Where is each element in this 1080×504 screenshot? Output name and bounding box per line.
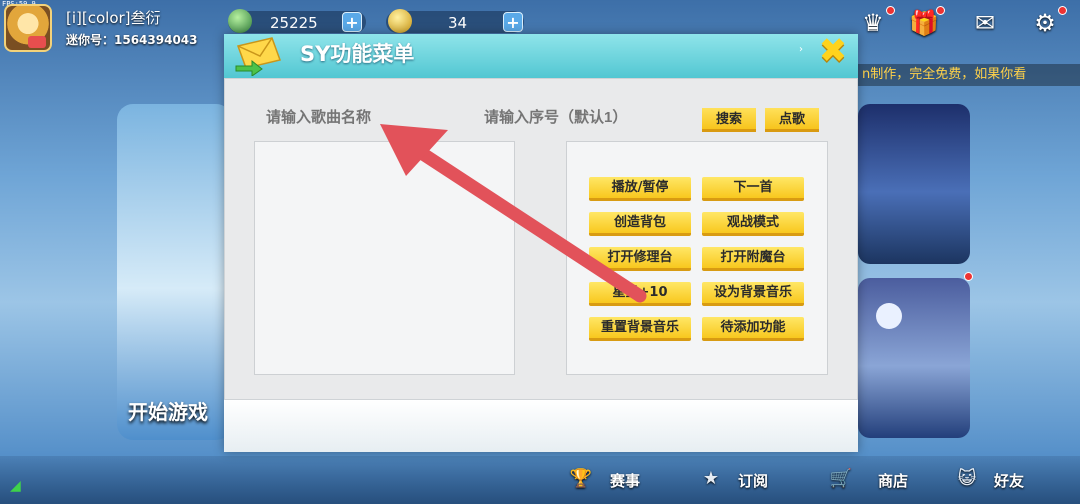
coin-currency: 34 + bbox=[386, 9, 524, 33]
gift-notification-dot bbox=[936, 6, 945, 15]
nav-events-label: 赛事 bbox=[610, 472, 641, 490]
header-chevron-icon: › bbox=[799, 44, 803, 55]
start-game-label: 开始游戏 bbox=[128, 400, 208, 424]
cart-icon: 🛒 bbox=[829, 468, 853, 489]
nav-subscribe[interactable]: ★ 订阅 bbox=[698, 466, 778, 494]
feature-card-notification-dot bbox=[964, 272, 973, 281]
function-panel: 播放/暂停 下一首 创造背包 观战模式 打开修理台 打开附魔台 星星+10 设为… bbox=[566, 141, 828, 375]
search-button[interactable]: 搜索 bbox=[702, 108, 756, 132]
set-background-music-button[interactable]: 设为背景音乐 bbox=[702, 282, 804, 306]
avatar-badge bbox=[28, 36, 46, 48]
nav-friends[interactable]: 😺 好友 bbox=[954, 466, 1044, 494]
feature-card-night-city[interactable] bbox=[858, 104, 970, 264]
envelope-icon bbox=[235, 37, 281, 76]
pending-function-button[interactable]: 待添加功能 bbox=[702, 317, 804, 341]
crown-notification-dot bbox=[886, 6, 895, 15]
player-name: [i][color]叁衍 bbox=[66, 9, 161, 27]
song-list-panel[interactable] bbox=[254, 141, 515, 375]
feature-card-moon-sea[interactable] bbox=[858, 278, 970, 438]
play-song-button[interactable]: 点歌 bbox=[765, 108, 819, 132]
play-pause-button[interactable]: 播放/暂停 bbox=[589, 177, 691, 201]
nav-events[interactable]: 🏆 赛事 bbox=[568, 466, 648, 494]
gem-currency: 25225 + bbox=[228, 9, 366, 33]
gem-amount: 25225 bbox=[270, 14, 318, 32]
dialog-title: SY功能菜单 bbox=[300, 42, 415, 66]
add-coins-button[interactable]: + bbox=[503, 12, 523, 32]
gear-icon[interactable]: ⚙ bbox=[1030, 9, 1060, 37]
next-track-button[interactable]: 下一首 bbox=[702, 177, 804, 201]
nav-friends-label: 好友 bbox=[994, 472, 1025, 490]
index-input[interactable] bbox=[484, 106, 684, 128]
wifi-signal-icon: ◢ bbox=[10, 478, 21, 494]
sy-function-menu-dialog: SY功能菜单 › ✖ 搜索 点歌 播放/暂停 下一首 创造背包 观战模式 打开修… bbox=[224, 34, 858, 452]
trophy-icon: 🏆 bbox=[569, 468, 593, 489]
nav-shop[interactable]: 🛒 商店 bbox=[828, 466, 918, 494]
stars-plus-10-button[interactable]: 星星+10 bbox=[589, 282, 691, 306]
bottom-nav bbox=[0, 456, 1080, 504]
dialog-footer bbox=[224, 400, 858, 452]
crown-icon[interactable]: ♛ bbox=[858, 9, 888, 37]
settings-notification-dot bbox=[1058, 6, 1067, 15]
song-name-input[interactable] bbox=[266, 106, 446, 128]
star-icon: ★ bbox=[702, 468, 720, 489]
start-game-card[interactable] bbox=[117, 104, 232, 440]
open-repair-table-button[interactable]: 打开修理台 bbox=[589, 247, 691, 271]
creative-backpack-button[interactable]: 创造背包 bbox=[589, 212, 691, 236]
dialog-header: SY功能菜单 › ✖ bbox=[224, 34, 858, 78]
mail-icon[interactable]: ✉ bbox=[970, 9, 1000, 37]
reset-background-music-button[interactable]: 重置背景音乐 bbox=[589, 317, 691, 341]
coin-icon bbox=[388, 9, 412, 33]
close-button[interactable]: ✖ bbox=[816, 34, 850, 68]
cat-icon: 😺 bbox=[957, 468, 977, 489]
nav-subscribe-label: 订阅 bbox=[738, 472, 769, 490]
moon-decoration bbox=[876, 303, 902, 329]
gem-icon bbox=[228, 9, 252, 33]
add-gems-button[interactable]: + bbox=[342, 12, 362, 32]
coin-amount: 34 bbox=[448, 14, 468, 32]
spectator-mode-button[interactable]: 观战模式 bbox=[702, 212, 804, 236]
gift-icon[interactable]: 🎁 bbox=[909, 9, 939, 37]
open-enchant-table-button[interactable]: 打开附魔台 bbox=[702, 247, 804, 271]
player-id: 迷你号：1564394043 bbox=[66, 33, 198, 47]
nav-shop-label: 商店 bbox=[878, 472, 909, 490]
announcement-marquee: n制作，完全免费，如果你看 bbox=[858, 64, 1080, 86]
